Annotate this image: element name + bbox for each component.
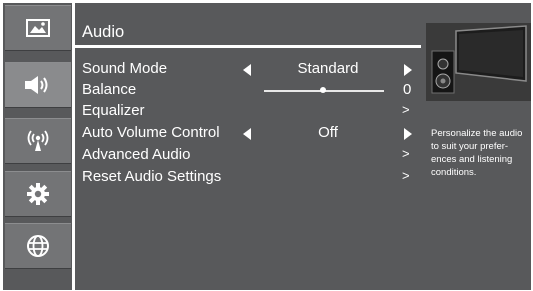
chevron-right-icon: > (402, 146, 410, 161)
chevron-right-icon: > (402, 102, 410, 117)
balance-slider-knob[interactable] (320, 87, 326, 93)
auto-volume-value: Off (318, 124, 338, 141)
menu-item-reset-audio[interactable]: Reset Audio Settings > (82, 168, 412, 188)
arrow-left-icon[interactable] (243, 128, 251, 140)
equalizer-label: Equalizer (82, 102, 145, 119)
sidebar (5, 5, 71, 281)
page-title: Audio (82, 23, 125, 41)
chevron-right-icon: > (402, 168, 410, 183)
menu-item-advanced-audio[interactable]: Advanced Audio > (82, 146, 412, 166)
auto-volume-label: Auto Volume Control (82, 124, 220, 141)
menu-item-balance[interactable]: Balance 0 (82, 81, 412, 101)
sidebar-item-internet[interactable] (5, 223, 71, 269)
help-text: Personalize the audio to suit your prefe… (431, 128, 523, 178)
sidebar-item-picture[interactable] (5, 5, 71, 51)
broadcast-icon (27, 130, 49, 151)
header-divider (75, 45, 421, 48)
sidebar-item-settings[interactable] (5, 171, 71, 217)
advanced-audio-label: Advanced Audio (82, 146, 191, 163)
picture-icon (26, 19, 50, 37)
arrow-right-icon[interactable] (404, 64, 412, 76)
sound-mode-label: Sound Mode (82, 60, 168, 77)
tv-menu-screen: Audio Sound Mode Standard Balance 0 Equa… (3, 3, 531, 290)
sound-mode-value: Standard (297, 60, 359, 77)
menu-item-sound-mode[interactable]: Sound Mode Standard (82, 60, 412, 80)
arrow-left-icon[interactable] (243, 64, 251, 76)
speaker-icon (25, 76, 48, 94)
arrow-right-icon[interactable] (404, 128, 412, 140)
balance-value: 0 (403, 81, 412, 98)
globe-icon (27, 235, 49, 257)
menu-item-auto-volume[interactable]: Auto Volume Control Off (82, 124, 412, 144)
sidebar-item-audio[interactable] (5, 62, 71, 108)
menu-item-equalizer[interactable]: Equalizer > (82, 102, 412, 122)
audio-preview-image (426, 23, 531, 101)
reset-audio-label: Reset Audio Settings (82, 168, 222, 185)
gear-icon (27, 183, 49, 205)
balance-label: Balance (82, 81, 137, 98)
sidebar-item-network[interactable] (5, 118, 71, 164)
